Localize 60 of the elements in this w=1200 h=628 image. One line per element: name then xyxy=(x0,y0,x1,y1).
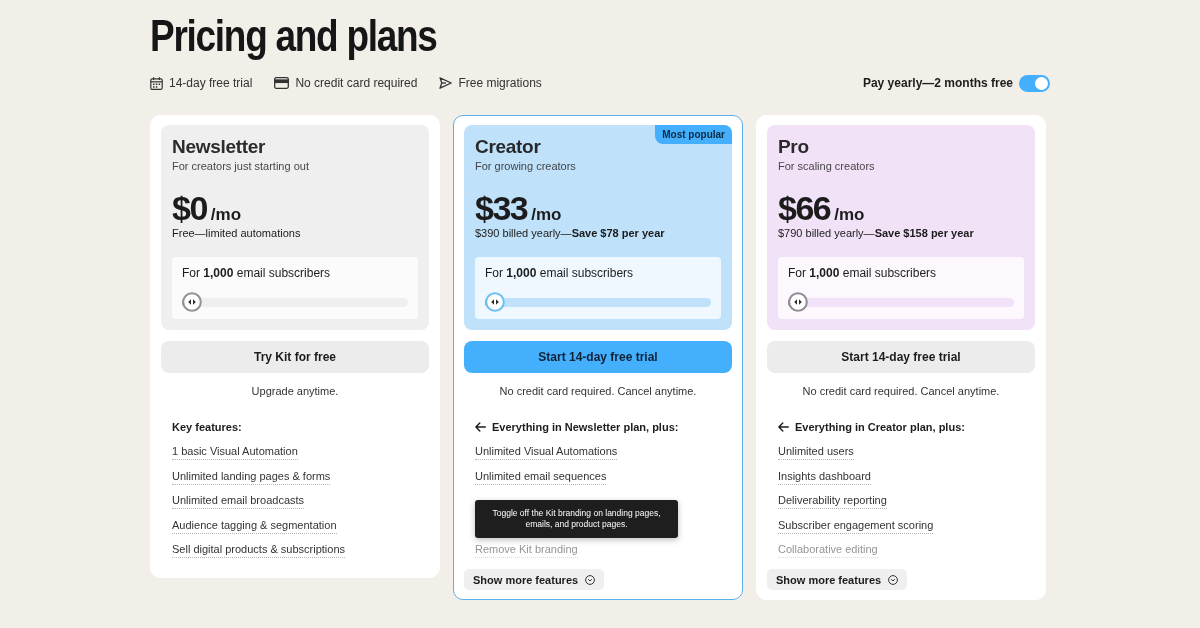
price-period: /mo xyxy=(834,205,865,225)
chevron-down-circle-icon xyxy=(585,574,596,585)
show-more-button[interactable]: Show more features xyxy=(767,569,908,590)
feature-item: Unlimited landing pages & forms xyxy=(172,468,331,485)
features-heading: Key features: xyxy=(172,420,242,435)
feature-item: Audience tagging & segmentation xyxy=(172,517,337,534)
subscriber-count-label: For 1,000 email subscribers xyxy=(485,265,635,281)
feature-item: Unlimited email broadcasts xyxy=(172,493,305,509)
feature-item: Unlimited users xyxy=(778,444,854,460)
page-title: Pricing and plans xyxy=(150,10,437,62)
billing-note: $390 billed yearly—Save $78 per year xyxy=(475,226,666,240)
plan-note: No credit card required. Cancel anytime. xyxy=(801,384,1001,399)
feature-item: Remove Kit branding xyxy=(475,542,578,558)
feature-item: Subscriber engagement scoring xyxy=(778,517,934,534)
features-heading: Everything in Creator plan, plus: xyxy=(795,420,965,435)
subscriber-count-label: For 1,000 email subscribers xyxy=(788,265,938,281)
feature-item: Unlimited Visual Automations xyxy=(475,444,618,460)
plan-price: $0 xyxy=(172,190,207,226)
slider-handle[interactable] xyxy=(182,292,202,312)
price-period: /mo xyxy=(531,205,562,225)
perk-label: 14-day free trial xyxy=(169,76,253,90)
plan-tagline: For scaling creators xyxy=(778,159,876,174)
features-heading: Everything in Newsletter plan, plus: xyxy=(492,420,679,435)
arrow-left-icon xyxy=(778,422,789,432)
slider-handle[interactable] xyxy=(788,292,808,312)
plan-name: Pro xyxy=(778,136,810,158)
feature-item: Insights dashboard xyxy=(778,468,871,485)
perk-label: No credit card required xyxy=(295,76,418,90)
price-period: /mo xyxy=(210,205,242,225)
feature-item: Deliverability reporting xyxy=(778,493,887,509)
calendar-icon xyxy=(150,76,163,90)
most-popular-badge: Most popular xyxy=(655,125,732,144)
billing-note: $790 billed yearly—Save $158 per year xyxy=(778,226,975,240)
chevron-down-circle-icon xyxy=(888,574,899,585)
arrow-left-icon xyxy=(475,422,486,432)
plan-name: Creator xyxy=(475,136,542,158)
plan-cta-button[interactable]: Start 14-day free trial xyxy=(767,341,1035,373)
plan-name: Newsletter xyxy=(172,136,267,158)
billing-toggle-label: Pay yearly—2 months free xyxy=(862,76,1013,90)
subscriber-count-label: For 1,000 email subscribers xyxy=(182,265,332,281)
feature-item: Unlimited email sequences xyxy=(475,468,607,485)
plan-price: $33 xyxy=(475,190,528,226)
plan-cta-button[interactable]: Try Kit for free xyxy=(161,341,429,373)
plan-note: Upgrade anytime. xyxy=(250,384,340,399)
plan-tagline: For creators just starting out xyxy=(172,159,310,174)
show-more-button[interactable]: Show more features xyxy=(464,569,605,590)
plan-cta-button[interactable]: Start 14-day free trial xyxy=(464,341,732,373)
billing-toggle-switch[interactable] xyxy=(1019,74,1050,92)
feature-item: Sell digital products & subscriptions xyxy=(172,542,346,558)
plan-price: $66 xyxy=(778,190,831,226)
billing-note: Free—limited automations xyxy=(172,226,302,240)
feature-item: Collaborative editing xyxy=(778,542,878,558)
paper-plane-icon xyxy=(439,77,453,89)
feature-item: 1 basic Visual Automation xyxy=(172,444,298,460)
slider-handle[interactable] xyxy=(485,292,505,312)
tooltip: Toggle off the Kit branding on landing pages, emails, and product pages. xyxy=(475,500,678,538)
plan-tagline: For growing creators xyxy=(475,159,577,174)
credit-card-icon xyxy=(274,77,290,89)
perk-label: Free migrations xyxy=(458,76,542,90)
plan-note: No credit card required. Cancel anytime. xyxy=(498,384,698,399)
